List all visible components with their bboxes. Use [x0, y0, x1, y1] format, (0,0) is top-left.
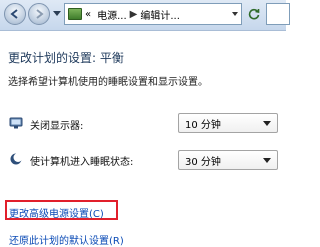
- navigation-toolbar: « ▶ 电源... ▶ 编辑计...: [0, 0, 290, 31]
- breadcrumb-edit-plan[interactable]: 编辑计...: [140, 7, 180, 22]
- moon-icon: [10, 153, 23, 165]
- sleep-select[interactable]: 30 分钟: [178, 150, 278, 170]
- back-arrow-icon: [10, 9, 18, 19]
- search-box[interactable]: [266, 3, 290, 25]
- sleep-label: 使计算机进入睡眠状态:: [30, 157, 134, 168]
- back-button[interactable]: [4, 3, 26, 25]
- control-panel-icon: [68, 8, 82, 20]
- chevron-down-icon: [263, 121, 271, 126]
- refresh-icon: [248, 8, 260, 20]
- address-dropdown-arrow[interactable]: [232, 12, 238, 16]
- forward-arrow-icon: [36, 9, 44, 19]
- display-off-value: 10 分钟: [185, 119, 221, 131]
- chevron-down-icon: [263, 158, 271, 163]
- forward-button[interactable]: [28, 3, 50, 25]
- recent-pages-dropdown[interactable]: [53, 11, 61, 16]
- monitor-icon: [9, 117, 23, 129]
- sleep-value: 30 分钟: [185, 156, 221, 168]
- display-off-select[interactable]: 10 分钟: [178, 113, 278, 133]
- page-description: 选择希望计算机使用的睡眠设置和显示设置。: [8, 77, 208, 88]
- display-off-label: 关闭显示器:: [30, 121, 84, 132]
- address-chevron[interactable]: «: [85, 9, 91, 20]
- breadcrumb-separator[interactable]: ▶: [130, 9, 138, 20]
- address-bar[interactable]: « ▶ 电源... ▶ 编辑计...: [64, 3, 242, 25]
- advanced-power-settings-link[interactable]: 更改高级电源设置(C): [9, 205, 104, 220]
- breadcrumb-power-options[interactable]: 电源...: [97, 7, 127, 22]
- refresh-button[interactable]: [245, 5, 263, 23]
- restore-defaults-link[interactable]: 还原此计划的默认设置(R): [9, 232, 124, 247]
- page-title: 更改计划的设置: 平衡: [8, 51, 124, 65]
